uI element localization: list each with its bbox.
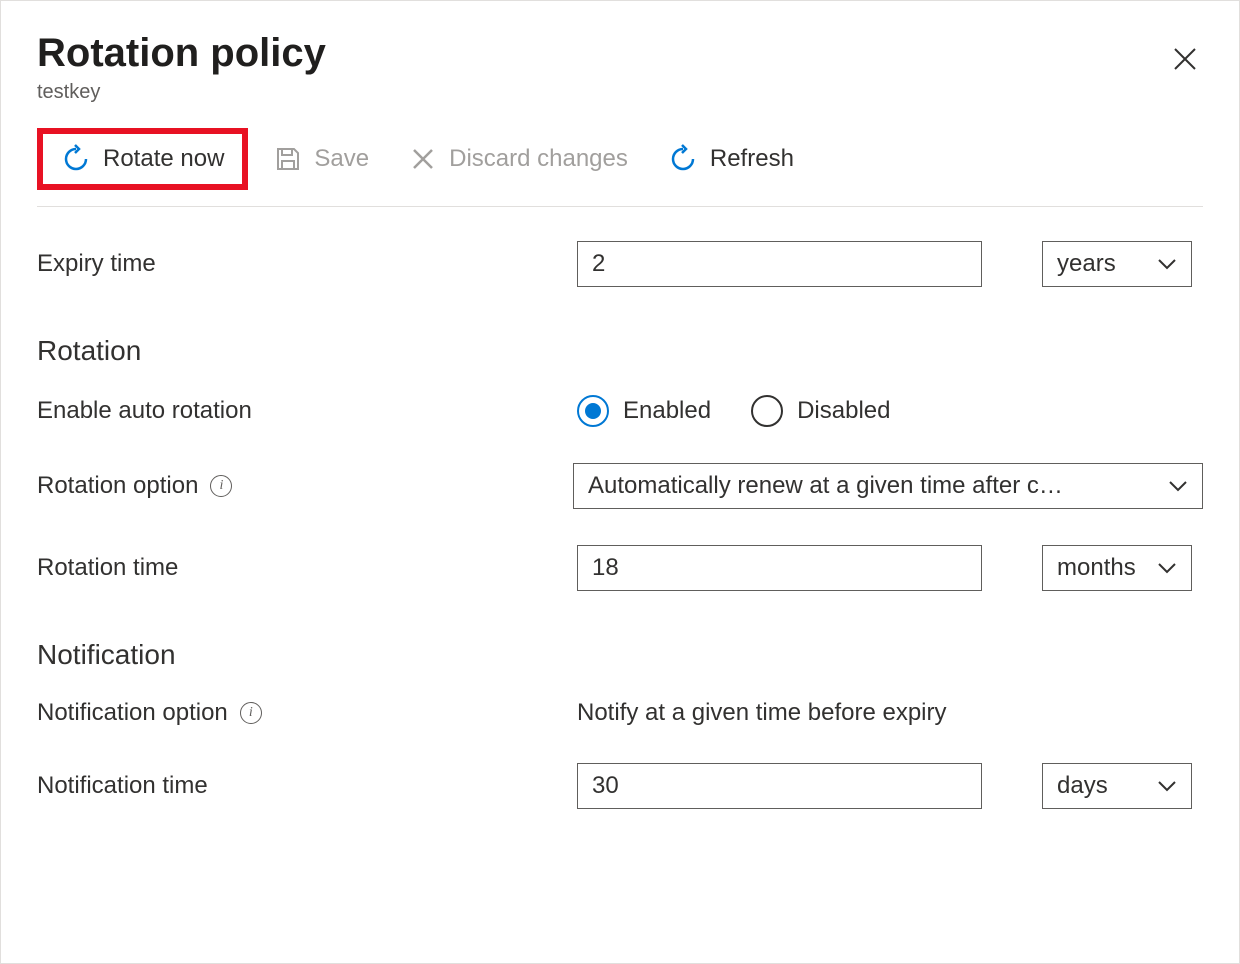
chevron-down-icon: [1157, 780, 1177, 792]
rotation-option-row: Rotation option i Automatically renew at…: [37, 463, 1203, 509]
rotation-time-row: Rotation time months: [37, 545, 1203, 591]
page-subtitle: testkey: [37, 81, 1203, 104]
notification-option-value: Notify at a given time before expiry: [577, 699, 947, 727]
notification-time-row: Notification time days: [37, 763, 1203, 809]
expiry-time-label: Expiry time: [37, 250, 577, 278]
rotation-time-label: Rotation time: [37, 554, 577, 582]
rotation-option-select[interactable]: Automatically renew at a given time afte…: [573, 463, 1203, 509]
rotate-now-button[interactable]: Rotate now: [47, 136, 238, 182]
auto-rotation-enabled-radio[interactable]: Enabled: [577, 395, 711, 427]
rotation-time-unit-value: months: [1057, 554, 1136, 582]
auto-rotation-disabled-radio[interactable]: Disabled: [751, 395, 890, 427]
info-icon[interactable]: i: [240, 702, 262, 724]
discard-icon: [409, 145, 437, 173]
expiry-time-row: Expiry time years: [37, 241, 1203, 287]
enable-auto-rotation-row: Enable auto rotation Enabled Disabled: [37, 395, 1203, 427]
rotation-time-input[interactable]: [577, 545, 982, 591]
rotate-now-highlight: Rotate now: [37, 128, 248, 190]
auto-rotation-radio-group: Enabled Disabled: [577, 395, 890, 427]
refresh-label: Refresh: [710, 145, 794, 173]
save-icon: [274, 145, 302, 173]
refresh-button[interactable]: Refresh: [654, 136, 808, 182]
info-icon[interactable]: i: [210, 475, 232, 497]
disabled-radio-label: Disabled: [797, 397, 890, 425]
notification-option-label: Notification option i: [37, 699, 577, 727]
rotation-time-unit-select[interactable]: months: [1042, 545, 1192, 591]
notification-option-row: Notification option i Notify at a given …: [37, 699, 1203, 727]
radio-unselected-icon: [751, 395, 783, 427]
expiry-time-unit-select[interactable]: years: [1042, 241, 1192, 287]
rotate-icon: [61, 144, 91, 174]
chevron-down-icon: [1157, 258, 1177, 270]
chevron-down-icon: [1168, 480, 1188, 492]
chevron-down-icon: [1157, 562, 1177, 574]
rotation-section-title: Rotation: [37, 335, 1203, 367]
discard-button: Discard changes: [395, 137, 642, 181]
expiry-time-unit-value: years: [1057, 250, 1116, 278]
enabled-radio-label: Enabled: [623, 397, 711, 425]
notification-time-unit-value: days: [1057, 772, 1108, 800]
close-icon: [1172, 46, 1198, 72]
rotation-option-label: Rotation option i: [37, 472, 573, 500]
rotate-now-label: Rotate now: [103, 145, 224, 173]
enable-auto-rotation-label: Enable auto rotation: [37, 397, 577, 425]
save-label: Save: [314, 145, 369, 173]
save-button: Save: [260, 137, 383, 181]
page-title: Rotation policy: [37, 29, 1203, 77]
discard-label: Discard changes: [449, 145, 628, 173]
radio-selected-icon: [577, 395, 609, 427]
expiry-time-input[interactable]: [577, 241, 982, 287]
close-button[interactable]: [1167, 41, 1203, 77]
command-bar: Rotate now Save Discard changes Refresh: [37, 128, 1203, 207]
notification-section-title: Notification: [37, 639, 1203, 671]
notification-time-input[interactable]: [577, 763, 982, 809]
refresh-icon: [668, 144, 698, 174]
notification-time-unit-select[interactable]: days: [1042, 763, 1192, 809]
notification-time-label: Notification time: [37, 772, 577, 800]
panel-header: Rotation policy testkey: [37, 29, 1203, 104]
rotation-option-value: Automatically renew at a given time afte…: [588, 472, 1063, 500]
